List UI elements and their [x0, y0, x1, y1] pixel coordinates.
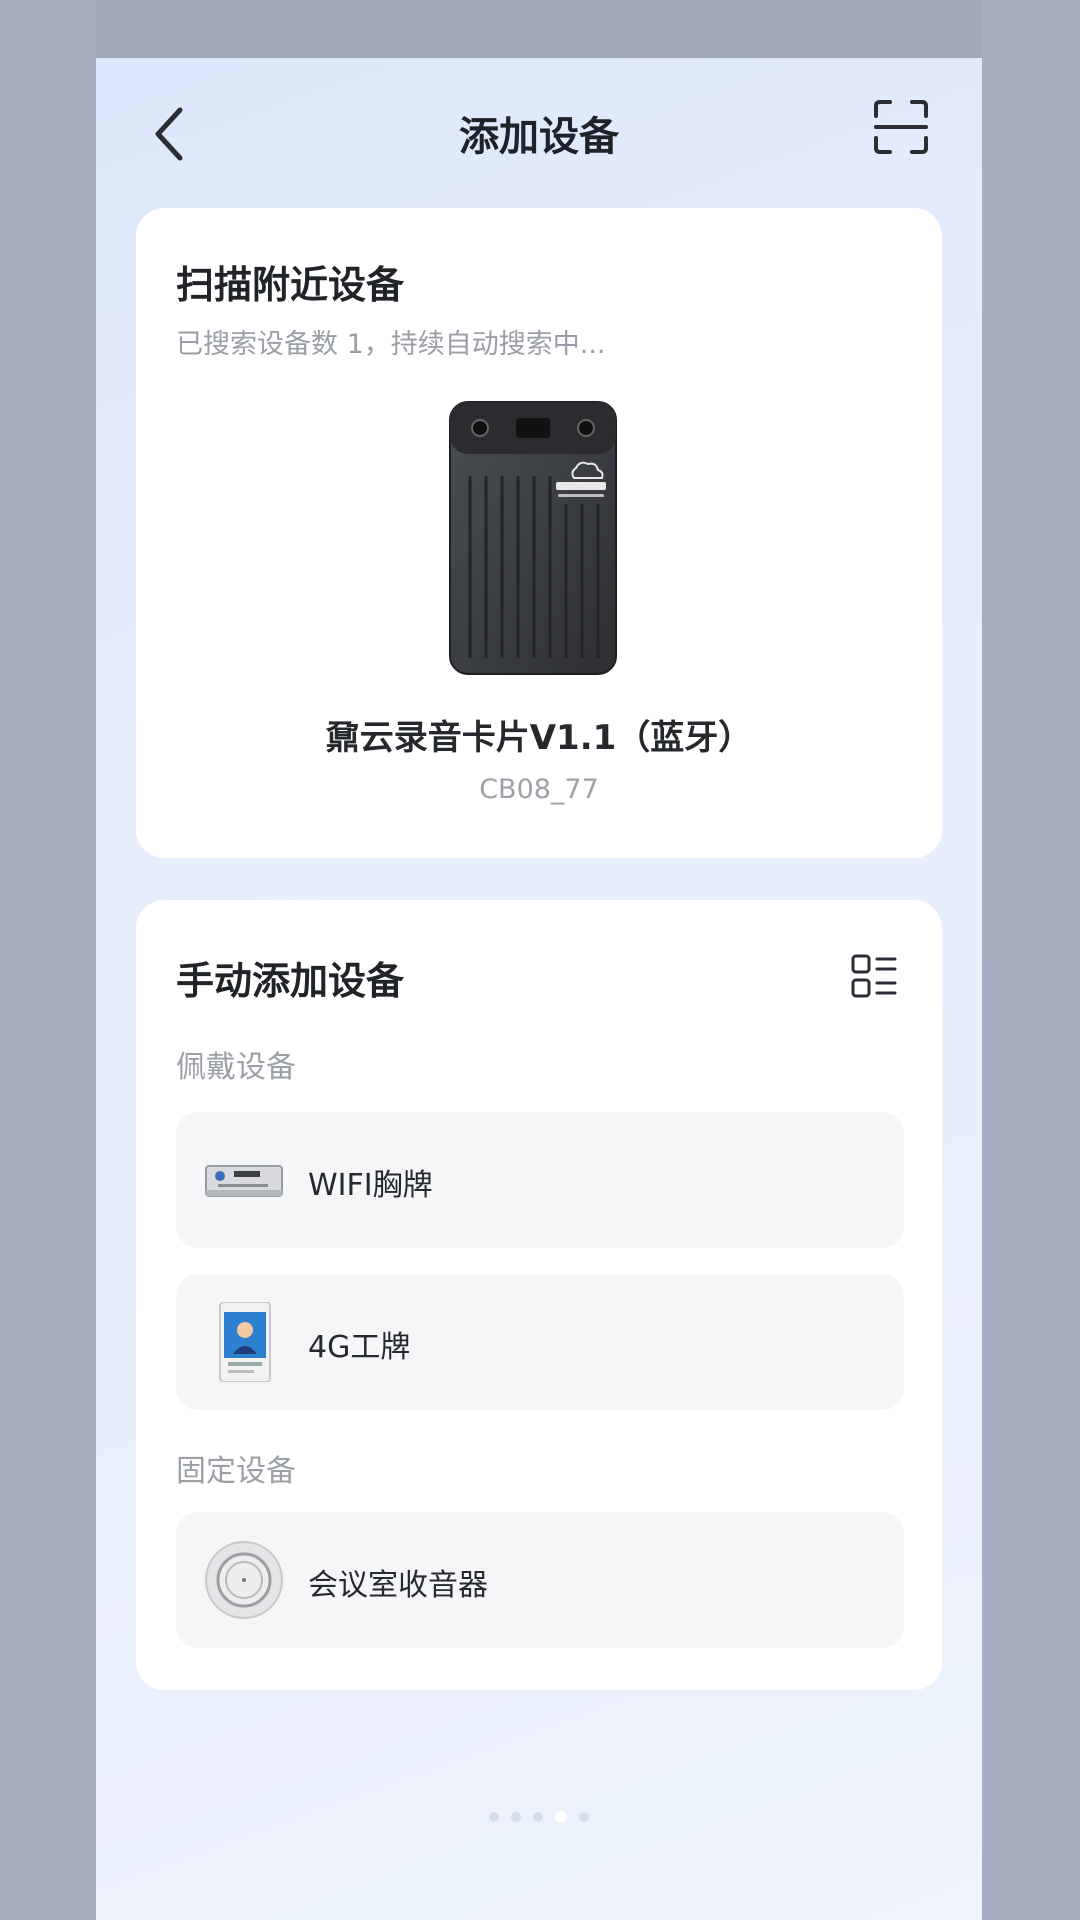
- manual-add-card: 手动添加设备 佩戴设备 WIFI胸牌 4G工牌 固定设备 会议室收音器: [136, 900, 942, 1690]
- recording-card-device-image[interactable]: [448, 400, 618, 676]
- section-label-fixed: 固定设备: [176, 1454, 296, 1489]
- page-indicator: [96, 1806, 982, 1823]
- phone-screen: 添加设备 扫描附近设备 已搜索设备数 1，持续自动搜索中... 鼐云录音卡片V1…: [96, 0, 982, 1920]
- page-dot: [489, 1811, 499, 1822]
- wifi-badge-thumbnail: [204, 1140, 284, 1220]
- 4g-badge-thumbnail: [204, 1301, 284, 1383]
- list-icon: [851, 954, 897, 998]
- device-option-meeting-receiver[interactable]: 会议室收音器: [176, 1512, 904, 1648]
- list-view-button[interactable]: [850, 952, 898, 1000]
- page-dot-active: [555, 1810, 567, 1823]
- device-option-label: 4G工牌: [308, 1330, 411, 1365]
- scan-status-text: 已搜索设备数 1，持续自动搜索中...: [176, 329, 606, 360]
- status-bar: [96, 0, 982, 58]
- device-option-label: 会议室收音器: [308, 1568, 488, 1603]
- section-label-wearable: 佩戴设备: [176, 1050, 296, 1085]
- device-option-wifi-badge[interactable]: WIFI胸牌: [176, 1112, 904, 1248]
- device-option-4g-badge[interactable]: 4G工牌: [176, 1274, 904, 1410]
- scan-button[interactable]: [872, 98, 930, 156]
- nearby-devices-card: 扫描附近设备 已搜索设备数 1，持续自动搜索中... 鼐云录音卡片V1.1（蓝牙…: [136, 208, 942, 858]
- page-dot: [511, 1811, 521, 1822]
- nearby-device-id: CB08_77: [479, 774, 599, 805]
- page-dot: [533, 1811, 543, 1822]
- nearby-title: 扫描附近设备: [176, 263, 405, 307]
- page-dot: [579, 1811, 589, 1822]
- scan-icon: [874, 100, 928, 154]
- page-title: 添加设备: [459, 114, 619, 160]
- meeting-room-receiver-thumbnail: [204, 1540, 284, 1620]
- nearby-device-name[interactable]: 鼐云录音卡片V1.1（蓝牙）: [136, 710, 942, 759]
- recording-card-illustration: [449, 401, 617, 675]
- top-bar: 添加设备: [96, 58, 982, 198]
- device-option-label: WIFI胸牌: [308, 1168, 433, 1203]
- manual-add-title: 手动添加设备: [176, 959, 405, 1003]
